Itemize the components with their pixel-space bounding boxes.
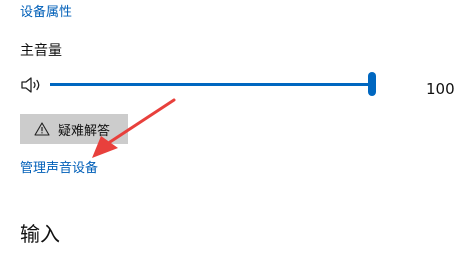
- volume-value: 100: [426, 80, 455, 98]
- troubleshoot-button[interactable]: 疑难解答: [20, 114, 128, 144]
- slider-fill: [50, 83, 372, 86]
- manage-sound-devices-link[interactable]: 管理声音设备: [20, 161, 98, 177]
- master-volume-slider[interactable]: [50, 72, 380, 98]
- speaker-volume-icon[interactable]: [20, 76, 46, 94]
- troubleshoot-label: 疑难解答: [58, 123, 111, 139]
- device-properties-link[interactable]: 设备属性: [20, 5, 72, 21]
- input-section-heading: 输入: [20, 222, 60, 246]
- master-volume-label: 主音量: [20, 43, 62, 59]
- warning-icon: [34, 122, 50, 136]
- slider-thumb[interactable]: [368, 72, 376, 96]
